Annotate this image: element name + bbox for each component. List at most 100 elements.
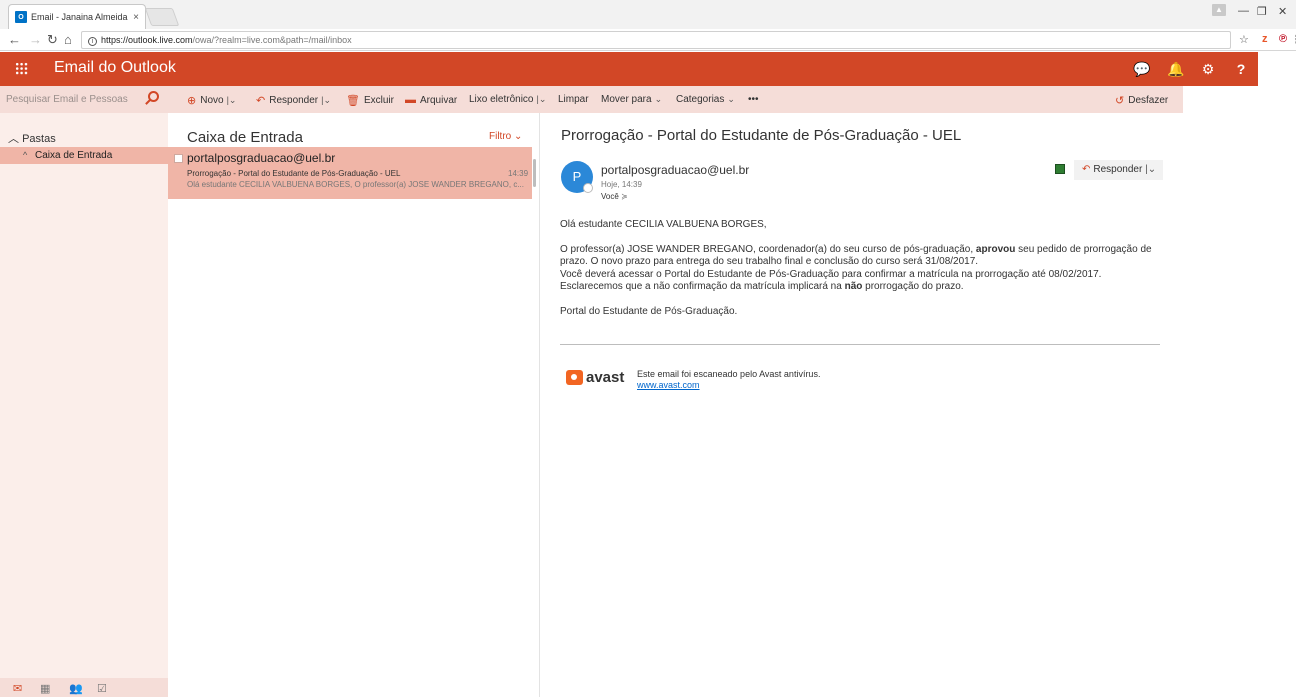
expand-recipients-icon[interactable]: ≽ xyxy=(621,192,628,201)
tab-close-icon[interactable]: × xyxy=(133,12,139,23)
avast-logo: avast xyxy=(566,369,624,386)
more-commands-button[interactable]: ••• xyxy=(748,94,759,105)
reply-label: Responder xyxy=(1093,164,1143,175)
message-time: 14:39 xyxy=(508,169,529,178)
mail-icon[interactable]: ✉ xyxy=(13,682,22,695)
close-window-icon[interactable]: ✕ xyxy=(1278,5,1287,18)
search-input[interactable]: Pesquisar Email e Pessoas xyxy=(6,94,128,105)
list-title: Caixa de Entrada xyxy=(187,129,303,146)
browser-menu-icon[interactable]: ⋮ xyxy=(1291,33,1296,46)
reading-reply-button[interactable]: ↶ Responder |⌄ xyxy=(1074,160,1163,180)
divider xyxy=(560,344,1160,345)
archive-icon: ▬ xyxy=(405,94,416,106)
chevron-down-icon: ⌄ xyxy=(727,94,735,104)
pinterest-icon[interactable]: ℗ xyxy=(1279,33,1287,45)
search-box[interactable]: Pesquisar Email e Pessoas xyxy=(0,86,168,113)
back-icon[interactable]: ← xyxy=(8,32,21,48)
url-input[interactable]: i https://outlook.live.com/owa/?realm=liv… xyxy=(81,31,1231,49)
delete-button[interactable]: 🗑 Excluir xyxy=(346,94,394,107)
email-sender[interactable]: portalposgraduacao@uel.br xyxy=(601,163,749,177)
bold-text: aprovou xyxy=(975,243,1016,255)
reply-icon: ↶ xyxy=(256,95,266,107)
email-body: Olá estudante CECILIA VALBUENA BORGES, O… xyxy=(560,219,1165,318)
chevron-down-icon: ⌄ xyxy=(514,131,523,142)
message-row[interactable]: portalposgraduacao@uel.br Prorrogação - … xyxy=(168,147,532,199)
sweep-button[interactable]: Limpar xyxy=(558,94,589,105)
search-icon[interactable] xyxy=(148,91,159,102)
folder-item-inbox[interactable]: ^ Caixa de Entrada xyxy=(0,147,168,164)
skype-chat-icon[interactable]: 💬 xyxy=(1125,52,1159,86)
sweep-label: Limpar xyxy=(558,94,589,105)
signature: Portal do Estudante de Pós-Graduação. xyxy=(560,305,738,317)
bookmark-star-icon[interactable]: ☆ xyxy=(1239,33,1249,46)
message-checkbox[interactable] xyxy=(174,154,183,163)
filter-label: Filtro xyxy=(489,131,512,142)
avast-link[interactable]: www.avast.com xyxy=(637,380,820,391)
plus-circle-icon: ⊕ xyxy=(187,95,197,107)
bold-text: não xyxy=(844,281,863,292)
trash-icon: 🗑 xyxy=(346,95,360,107)
extension-z-icon[interactable]: z xyxy=(1262,33,1268,45)
recipient-label: Você xyxy=(601,192,619,201)
avast-icon xyxy=(566,370,583,385)
reading-pane: Prorrogação - Portal do Estudante de Pós… xyxy=(541,113,1183,697)
chevron-down-icon[interactable]: |⌄ xyxy=(536,94,546,105)
undo-button[interactable]: ↺ Desfazer xyxy=(1115,94,1168,107)
message-list-pane: Caixa de Entrada Filtro ⌄ portalposgradu… xyxy=(168,113,540,697)
browser-tab[interactable]: O Email - Janaina Almeida × xyxy=(8,4,146,29)
command-bar: Pesquisar Email e Pessoas ⊕ Novo |⌄ ↶ Respo… xyxy=(0,86,1183,113)
move-to-label: Mover para xyxy=(601,94,652,105)
undo-icon: ↺ xyxy=(1115,95,1125,107)
email-recipient[interactable]: Você ≽ xyxy=(601,192,628,201)
new-tab-button[interactable] xyxy=(144,8,180,26)
folders-header[interactable]: ︿ Pastas xyxy=(8,130,56,146)
url-host: https://outlook.live.com xyxy=(101,35,193,45)
list-scrollbar[interactable] xyxy=(533,159,536,187)
home-icon[interactable]: ⌂ xyxy=(64,32,72,48)
folder-label: Caixa de Entrada xyxy=(35,150,113,161)
chevron-up-icon: ︿ xyxy=(8,133,19,145)
people-icon[interactable]: 👥 xyxy=(69,682,83,695)
help-icon[interactable]: ? xyxy=(1224,52,1258,86)
paragraph-confirmation: Você deverá acessar o Portal do Estudant… xyxy=(560,269,1165,294)
address-bar: ← → ↻ ⌂ i https://outlook.live.com/owa/?r… xyxy=(0,29,1296,51)
new-button[interactable]: ⊕ Novo |⌄ xyxy=(187,94,236,107)
avatar[interactable]: P xyxy=(561,161,593,193)
app-name[interactable]: Email do Outlook xyxy=(54,59,176,77)
reload-icon[interactable]: ↻ xyxy=(47,32,58,48)
tab-title: Email - Janaina Almeida xyxy=(31,12,128,22)
site-info-icon[interactable]: i xyxy=(88,37,97,46)
flag-icon[interactable] xyxy=(1055,164,1065,174)
tasks-icon[interactable]: ☑ xyxy=(97,682,107,695)
restore-icon[interactable]: ❐ xyxy=(1257,5,1267,18)
calendar-icon[interactable]: ▦ xyxy=(40,682,50,695)
profile-icon[interactable]: ▲ xyxy=(1212,4,1226,16)
greeting: Olá estudante CECILIA VALBUENA BORGES, xyxy=(560,219,767,230)
chevron-up-icon: ^ xyxy=(23,150,28,160)
archive-label: Arquivar xyxy=(420,94,458,106)
notifications-icon[interactable]: 🔔 xyxy=(1159,52,1193,86)
message-preview: Olá estudante CECILIA VALBUENA BORGES, O… xyxy=(187,180,524,189)
avast-note: Este email foi escaneado pelo Avast anti… xyxy=(637,369,820,391)
app-launcher-icon[interactable] xyxy=(15,62,28,75)
archive-button[interactable]: ▬ Arquivar xyxy=(405,94,457,106)
chevron-down-icon[interactable]: |⌄ xyxy=(1145,164,1156,175)
categories-button[interactable]: Categorias ⌄ xyxy=(676,94,735,105)
more-icon: ••• xyxy=(748,94,759,105)
avast-note-text: Este email foi escaneado pelo Avast anti… xyxy=(637,369,821,379)
reply-label: Responder xyxy=(269,95,319,106)
forward-icon[interactable]: → xyxy=(29,32,42,48)
chevron-down-icon[interactable]: |⌄ xyxy=(227,95,237,106)
move-to-button[interactable]: Mover para ⌄ xyxy=(601,94,662,105)
settings-gear-icon[interactable]: ⚙ xyxy=(1191,52,1225,86)
text: prorrogação do prazo. xyxy=(862,281,964,292)
minimize-icon[interactable]: — xyxy=(1238,5,1249,17)
reply-button[interactable]: ↶ Responder |⌄ xyxy=(256,94,331,107)
junk-label: Lixo eletrônico xyxy=(469,94,534,105)
undo-label: Desfazer xyxy=(1128,95,1169,106)
junk-button[interactable]: Lixo eletrônico |⌄ xyxy=(469,94,546,105)
filter-button[interactable]: Filtro ⌄ xyxy=(489,131,522,142)
paragraph-approval: O professor(a) JOSE WANDER BREGANO, coor… xyxy=(560,244,1165,269)
module-switcher: ✉ ▦ 👥 ☑ xyxy=(0,678,168,697)
chevron-down-icon[interactable]: |⌄ xyxy=(321,95,331,106)
